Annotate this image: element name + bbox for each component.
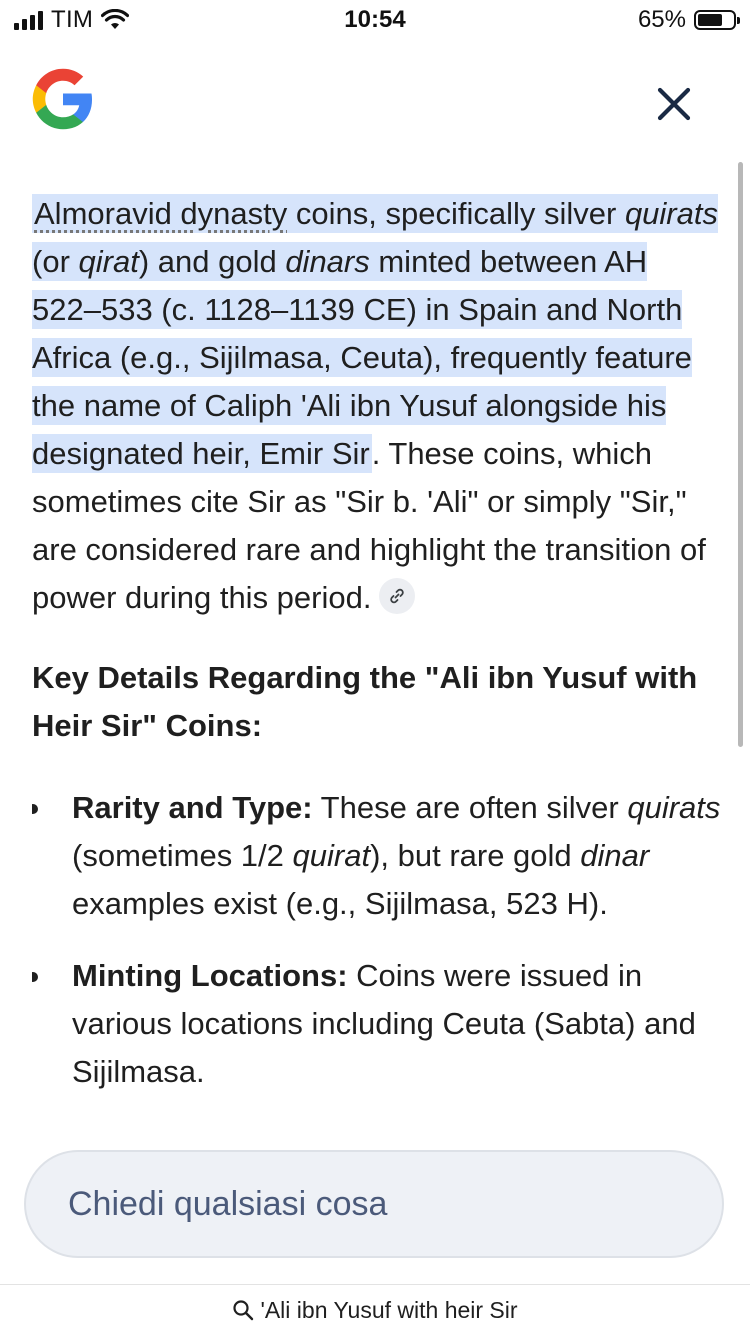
bullet-dot — [32, 804, 38, 814]
glossary-term-link[interactable]: Almoravid dynasty — [34, 196, 287, 231]
highlighted-answer: Almoravid dynasty coins, specifically si… — [32, 194, 718, 473]
bullet-italic: quirats — [627, 790, 721, 825]
search-query-text: 'Ali ibn Yusuf with heir Sir — [260, 1296, 518, 1323]
status-bar-right: 65% — [637, 6, 740, 34]
ai-answer-content: Almoravid dynasty coins, specifically si… — [32, 190, 722, 1125]
search-query-bar[interactable]: 'Ali ibn Yusuf with heir Sir — [0, 1292, 750, 1328]
intro-paragraph: Almoravid dynasty coins, specifically si… — [32, 190, 722, 622]
bullet-label: Rarity and Type: — [72, 790, 313, 825]
bullet-italic: dinar — [580, 838, 650, 873]
bullet-italic: quirat — [292, 838, 371, 873]
bullet-label: Minting Locations: — [72, 958, 348, 993]
list-item: Rarity and Type: These are often silver … — [32, 784, 722, 928]
status-bar: TIM 10:54 65% — [0, 0, 750, 40]
section-heading: Key Details Regarding the "Ali ibn Yusuf… — [32, 660, 698, 743]
details-list: Rarity and Type: These are often silver … — [32, 784, 722, 1096]
battery-icon — [694, 10, 740, 30]
intro-text: coins, specifically silver — [287, 196, 625, 231]
divider — [0, 1284, 750, 1285]
link-icon — [390, 588, 405, 604]
bullet-text: ), but rare gold — [370, 838, 581, 873]
bullet-text: These are often silver — [312, 790, 628, 825]
ask-input[interactable] — [66, 1183, 670, 1225]
bullet-dot — [32, 972, 38, 982]
intro-italic: qirat — [78, 244, 139, 279]
bullet-text: (sometimes 1/2 — [72, 838, 293, 873]
google-g-icon — [32, 68, 93, 130]
close-button[interactable] — [650, 80, 698, 128]
list-item: Minting Locations: Coins were issued in … — [32, 952, 722, 1096]
intro-italic: dinars — [285, 244, 370, 279]
ask-bar[interactable] — [24, 1150, 724, 1258]
intro-text: (or — [32, 244, 79, 279]
intro-italic: quirats — [624, 196, 718, 231]
scrollbar[interactable] — [738, 162, 743, 747]
bullet-text: examples exist (e.g., Sijilmasa, 523 H). — [72, 886, 608, 921]
battery-percentage: 65% — [637, 6, 686, 33]
source-link-button[interactable] — [379, 577, 416, 614]
intro-text: ) and gold — [138, 244, 286, 279]
search-icon — [233, 1300, 254, 1321]
